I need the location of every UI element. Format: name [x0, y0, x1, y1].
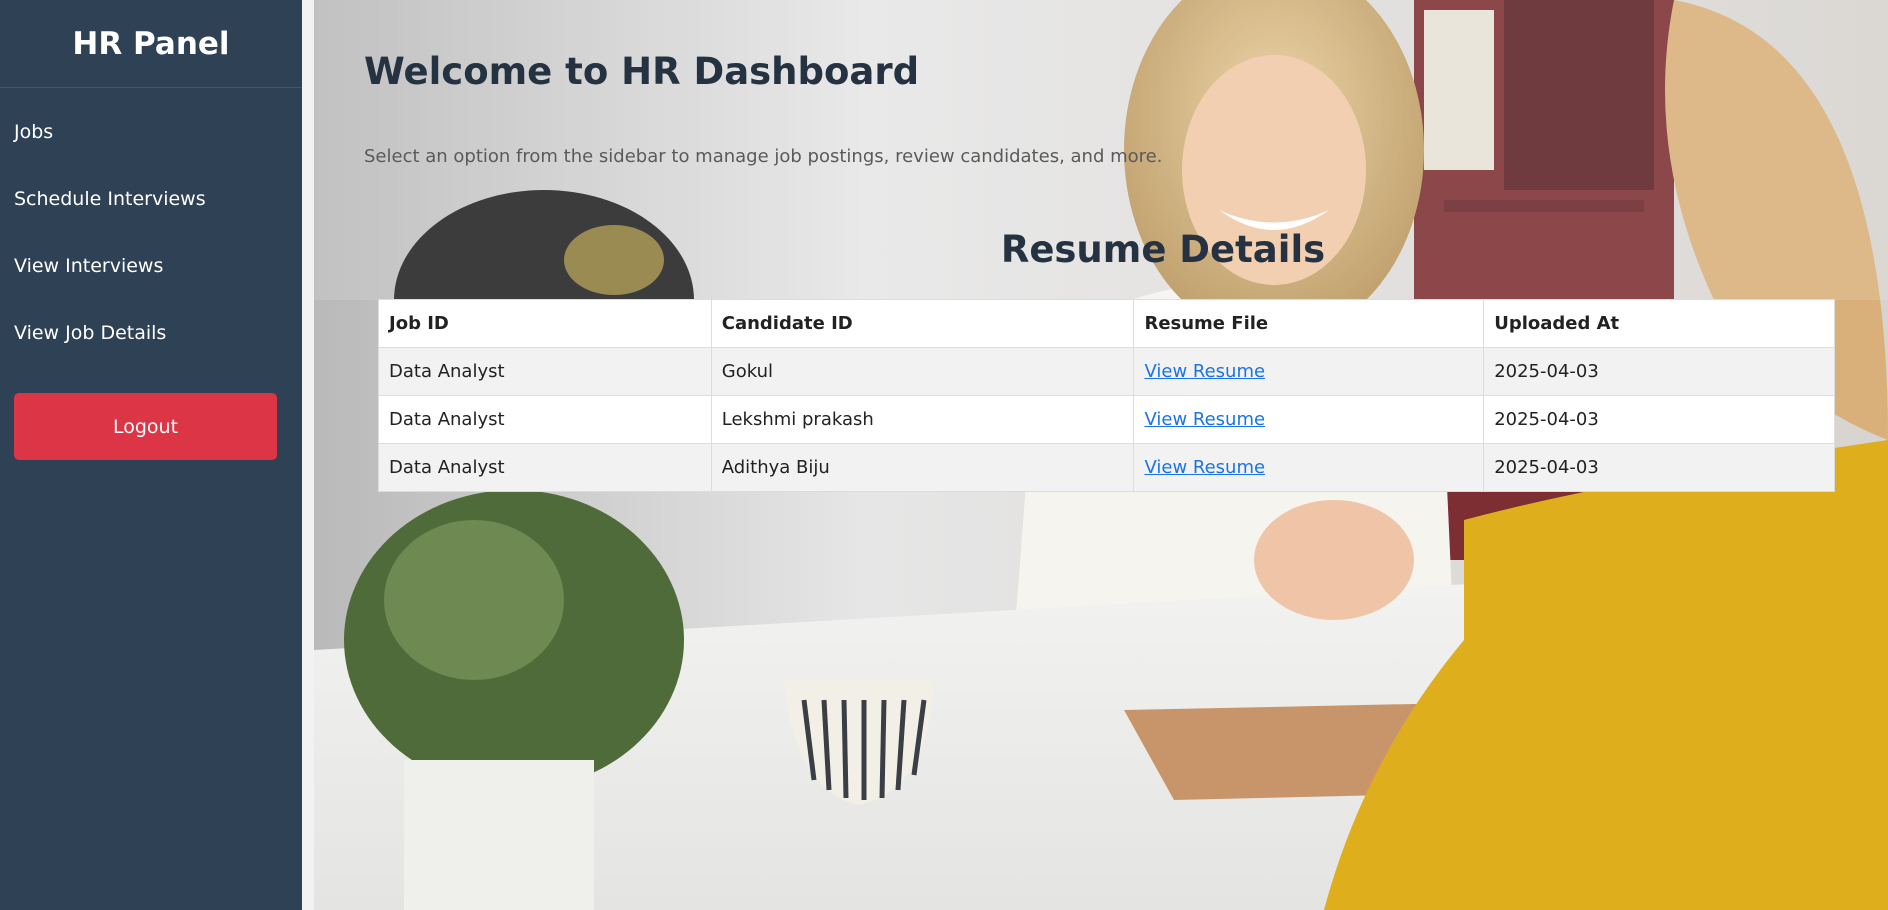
- sidebar-item-view-job-details[interactable]: View Job Details: [0, 299, 302, 366]
- sidebar: HR Panel Jobs Schedule Interviews View I…: [0, 0, 302, 910]
- page-subtitle: Select an option from the sidebar to man…: [364, 146, 1163, 167]
- uploaded-at-cell: 2025-04-03: [1483, 395, 1835, 444]
- job-id-cell: Data Analyst: [378, 443, 712, 492]
- candidate-id-cell: Lekshmi prakash: [710, 395, 1135, 444]
- resume-file-cell: View Resume: [1133, 395, 1485, 444]
- sidebar-title: HR Panel: [0, 0, 302, 88]
- sidebar-item-jobs[interactable]: Jobs: [0, 98, 302, 165]
- sidebar-nav: Jobs Schedule Interviews View Interviews…: [0, 88, 302, 366]
- section-title: Resume Details: [1000, 228, 1326, 271]
- job-id-cell: Data Analyst: [378, 395, 712, 444]
- table-header-row: Job ID Candidate ID Resume File Uploaded…: [378, 299, 1835, 348]
- column-header-candidate-id: Candidate ID: [710, 299, 1135, 348]
- table-row: Data Analyst Gokul View Resume 2025-04-0…: [378, 347, 1835, 396]
- candidate-id-cell: Gokul: [710, 347, 1135, 396]
- page-title: Welcome to HR Dashboard: [364, 50, 920, 93]
- job-id-cell: Data Analyst: [378, 347, 712, 396]
- uploaded-at-cell: 2025-04-03: [1483, 347, 1835, 396]
- logout-button[interactable]: Logout: [14, 393, 277, 460]
- resume-file-cell: View Resume: [1133, 347, 1485, 396]
- column-header-resume-file: Resume File: [1133, 299, 1485, 348]
- sidebar-item-view-interviews[interactable]: View Interviews: [0, 232, 302, 299]
- sidebar-item-schedule-interviews[interactable]: Schedule Interviews: [0, 165, 302, 232]
- column-header-job-id: Job ID: [378, 299, 712, 348]
- view-resume-link[interactable]: View Resume: [1144, 457, 1265, 478]
- uploaded-at-cell: 2025-04-03: [1483, 443, 1835, 492]
- resume-file-cell: View Resume: [1133, 443, 1485, 492]
- table-row: Data Analyst Lekshmi prakash View Resume…: [378, 395, 1835, 444]
- view-resume-link[interactable]: View Resume: [1144, 409, 1265, 430]
- sidebar-gutter: [302, 0, 314, 910]
- main-content: Welcome to HR Dashboard Select an option…: [314, 0, 1888, 910]
- candidate-id-cell: Adithya Biju: [710, 443, 1135, 492]
- resume-table: Job ID Candidate ID Resume File Uploaded…: [378, 299, 1835, 492]
- view-resume-link[interactable]: View Resume: [1144, 361, 1265, 382]
- table-row: Data Analyst Adithya Biju View Resume 20…: [378, 443, 1835, 492]
- column-header-uploaded-at: Uploaded At: [1483, 299, 1835, 348]
